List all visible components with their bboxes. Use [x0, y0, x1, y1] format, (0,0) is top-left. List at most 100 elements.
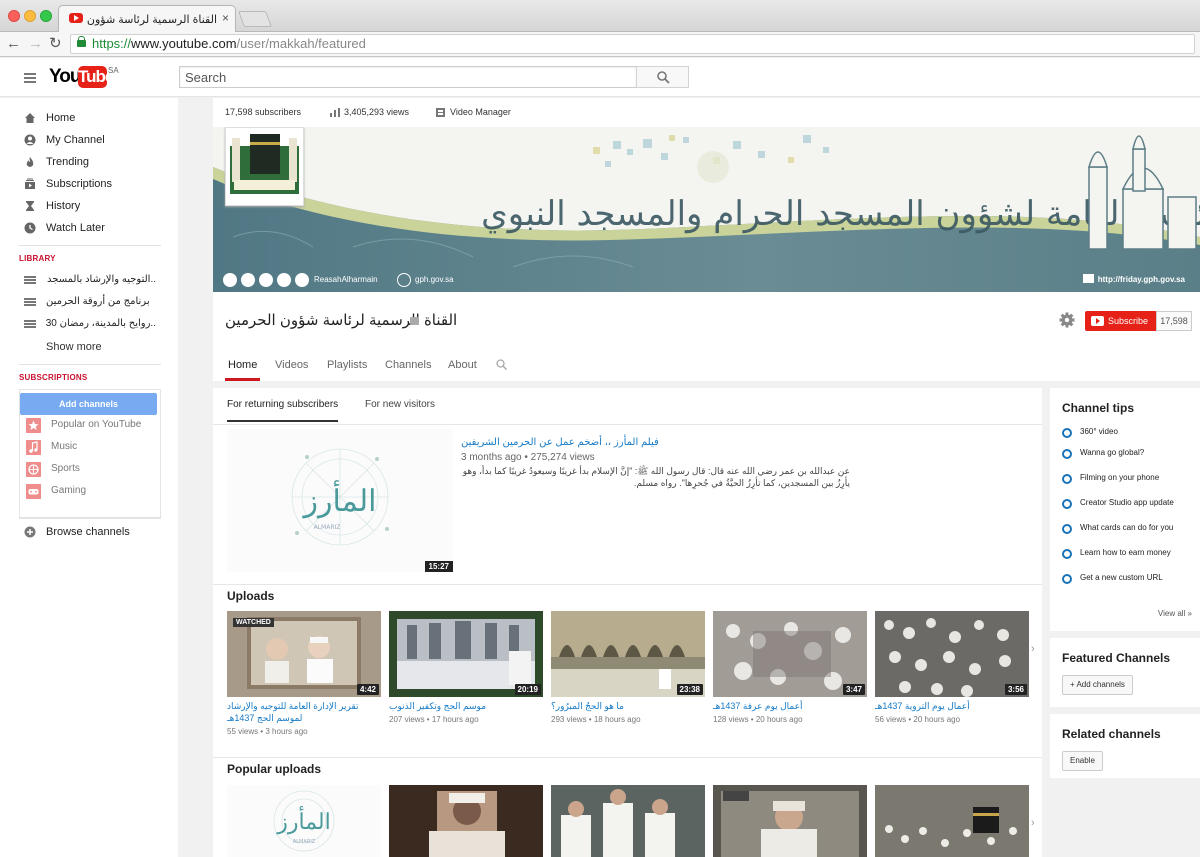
- channel-avatar[interactable]: [225, 127, 304, 206]
- new-tab-button[interactable]: [238, 11, 272, 27]
- subscription-item-gaming[interactable]: Gaming: [26, 482, 161, 500]
- channel-banner: الرئاسة العامة لشؤون المسجد الحرام والمس…: [213, 127, 1200, 292]
- video-thumbnail[interactable]: [551, 785, 705, 857]
- search-button[interactable]: [636, 66, 689, 88]
- sidebar-item-watch-later[interactable]: Watch Later: [24, 219, 164, 237]
- featured-video-thumbnail[interactable]: المأرز ALMARIZ 15:27: [227, 429, 453, 572]
- view-all-tips-link[interactable]: View all »: [1158, 609, 1192, 618]
- popular-uploads-heading[interactable]: Popular uploads: [227, 762, 321, 776]
- banner-custom-link[interactable]: http://friday.gph.gov.sa: [1082, 273, 1185, 287]
- sidebar-item-my-channel[interactable]: My Channel: [24, 131, 164, 149]
- featured-video-title[interactable]: فيلم المأرز ،، أضخم عمل عن الحرمين الشري…: [461, 437, 659, 448]
- gear-icon[interactable]: [1059, 312, 1075, 328]
- sidebar-item-label: My Channel: [46, 134, 105, 146]
- youtube-play-icon: [1091, 316, 1104, 326]
- video-thumbnail[interactable]: WATCHED 4:42: [227, 611, 381, 697]
- snapchat-icon[interactable]: [223, 273, 237, 287]
- popular-thumb-text: المأرز: [276, 805, 331, 835]
- video-manager-link[interactable]: Video Manager: [450, 98, 511, 127]
- show-more-link[interactable]: Show more: [24, 338, 164, 356]
- url-host: www.youtube.com: [131, 36, 237, 51]
- video-thumbnail[interactable]: 23:38: [551, 611, 705, 697]
- popular-thumb-caption: ALMARIZ: [293, 839, 316, 845]
- channel-search-icon[interactable]: [496, 359, 507, 370]
- sidebar-item-label: Subscriptions: [46, 178, 113, 190]
- video-title[interactable]: أعمال يوم عرفة 1437هـ: [713, 700, 867, 712]
- youtube-favicon-icon: [69, 13, 83, 23]
- thumbnail-image: [551, 785, 705, 857]
- video-title[interactable]: تقرير الإدارة العامة للتوجيه والإرشاد لم…: [227, 700, 381, 724]
- sidebar-item-home[interactable]: Home: [24, 109, 164, 127]
- uploads-heading[interactable]: Uploads: [227, 589, 274, 603]
- search-input[interactable]: Search: [179, 66, 637, 88]
- video-title[interactable]: أعمال يوم التروية 1437هـ: [875, 700, 1029, 712]
- facebook-icon[interactable]: [259, 273, 273, 287]
- browser-tab[interactable]: القناة الرسمية لرئاسة شؤون الحرمين - You…: [58, 5, 236, 32]
- divider: [213, 757, 1042, 758]
- music-icon: [26, 440, 41, 455]
- enable-related-channels-button[interactable]: Enable: [1062, 751, 1103, 771]
- shelf-next-icon[interactable]: ›: [1031, 643, 1035, 655]
- banner-social-name[interactable]: ReasahAlharmain: [314, 273, 378, 287]
- subscription-item-popular[interactable]: Popular on YouTube: [26, 416, 161, 434]
- sidebar-item-trending[interactable]: Trending: [24, 153, 164, 171]
- featured-channels-box: Featured Channels + Add channels: [1050, 638, 1200, 707]
- library-item[interactable]: ..التوجيه والإرشاد بالمسجد الحرام: [24, 272, 164, 288]
- banner-site-link[interactable]: gph.gov.sa: [415, 273, 454, 287]
- tip-label: Get a new custom URL: [1080, 573, 1163, 582]
- video-thumbnail[interactable]: المأرز ALMARIZ: [227, 785, 381, 857]
- tip-label: 360° video: [1080, 427, 1118, 436]
- forward-icon[interactable]: →: [28, 35, 43, 52]
- back-icon[interactable]: ←: [6, 35, 21, 52]
- subscription-item-music[interactable]: Music: [26, 438, 161, 456]
- youtube-icon[interactable]: [241, 273, 255, 287]
- tab-playlists[interactable]: Playlists: [324, 353, 370, 381]
- tab-channels[interactable]: Channels: [382, 353, 434, 381]
- close-window-icon[interactable]: [8, 10, 20, 22]
- tip-circle-icon: [1062, 524, 1072, 534]
- subscribe-button[interactable]: Subscribe: [1085, 311, 1157, 331]
- shelf-next-icon[interactable]: ›: [1031, 817, 1035, 829]
- video-thumbnail[interactable]: [389, 785, 543, 857]
- video-title[interactable]: ما هو الحجُ المبرُور؟: [551, 700, 705, 712]
- add-featured-channels-button[interactable]: + Add channels: [1062, 675, 1133, 695]
- featured-thumbnail-art: المأرز ALMARIZ: [227, 429, 453, 572]
- library-item[interactable]: ..روايح بالمدينة، رمضان 1430: [24, 316, 164, 332]
- video-title[interactable]: موسم الحج وتكفير الذنوب: [389, 700, 543, 712]
- video-thumbnail[interactable]: 3:56: [875, 611, 1029, 697]
- hourglass-icon: [26, 201, 34, 211]
- views-stat: 3,405,293 views: [344, 107, 410, 117]
- banner-artwork: الرئاسة العامة لشؤون المسجد الحرام والمس…: [213, 127, 1200, 268]
- video-thumbnail[interactable]: 20:19: [389, 611, 543, 697]
- watched-badge: WATCHED: [233, 618, 274, 627]
- subscriptions-heading: SUBSCRIPTIONS: [19, 373, 88, 382]
- guide-sidebar: Home My Channel Trending Subscriptions H…: [0, 98, 178, 857]
- video-duration: 3:56: [1004, 684, 1027, 695]
- reload-icon[interactable]: ↻: [49, 34, 62, 52]
- browse-channels-link[interactable]: Browse channels: [24, 523, 164, 541]
- tab-new-visitors[interactable]: For new visitors: [365, 396, 435, 422]
- tab-returning-subscribers[interactable]: For returning subscribers: [227, 396, 339, 422]
- add-channels-button[interactable]: Add channels: [20, 393, 157, 415]
- sidebar-item-history[interactable]: History: [24, 197, 164, 215]
- video-thumbnail[interactable]: [713, 785, 867, 857]
- video-thumbnail[interactable]: [875, 785, 1029, 857]
- tab-videos[interactable]: Videos: [272, 353, 311, 381]
- tip-label: Learn how to earn money: [1080, 548, 1171, 557]
- tab-about[interactable]: About: [445, 353, 480, 381]
- instagram-icon[interactable]: [295, 273, 309, 287]
- url-field[interactable]: https://www.youtube.com/user/makkah/feat…: [70, 34, 1195, 54]
- url-path: /user/makkah/featured: [236, 36, 366, 51]
- minimize-window-icon[interactable]: [24, 10, 36, 22]
- browser-window: القناة الرسمية لرئاسة شؤون الحرمين - You…: [0, 0, 1200, 857]
- sidebar-item-subscriptions[interactable]: Subscriptions: [24, 175, 164, 193]
- channel-stats-bar: 17,598 subscribers 3,405,293 views Video…: [213, 98, 1200, 127]
- guide-menu-icon[interactable]: [24, 73, 36, 83]
- library-item[interactable]: برنامج من أروقة الحرمين: [24, 294, 164, 310]
- twitter-icon[interactable]: [277, 273, 291, 287]
- video-thumbnail[interactable]: 3:47: [713, 611, 867, 697]
- zoom-window-icon[interactable]: [40, 10, 52, 22]
- subscription-item-sports[interactable]: Sports: [26, 460, 161, 478]
- tab-home[interactable]: Home: [225, 353, 261, 381]
- tab-close-icon[interactable]: ×: [222, 11, 229, 25]
